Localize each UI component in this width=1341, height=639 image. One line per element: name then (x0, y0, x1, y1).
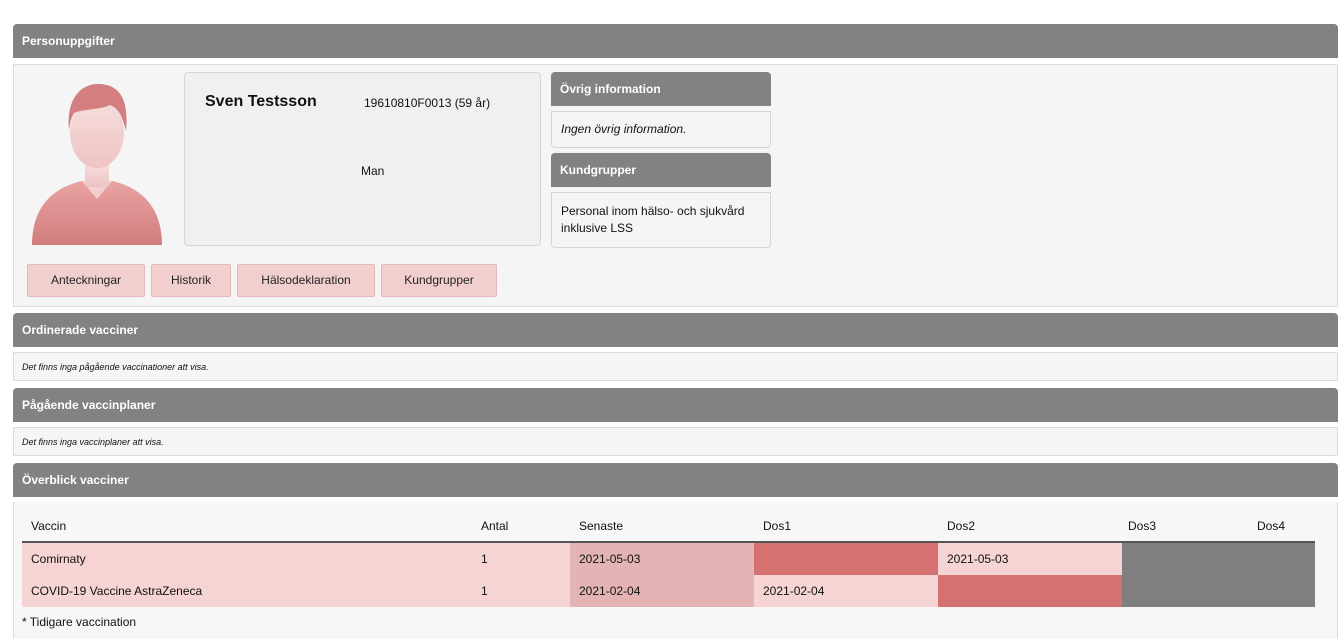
dose4-cell (1246, 575, 1315, 607)
ordered-panel: Det finns inga pågående vaccinationer at… (13, 352, 1338, 381)
person-name: Sven Testsson (205, 93, 317, 110)
column-header-vaccine[interactable]: Vaccin (22, 511, 472, 543)
customer-groups-text: Personal inom hälso- och sjukvård inklus… (561, 204, 745, 235)
other-info-text: Ingen övrig information. (561, 122, 687, 136)
avatar (32, 83, 162, 245)
column-header-count[interactable]: Antal (472, 511, 570, 543)
ordered-section-header: Ordinerade vacciner (13, 313, 1338, 347)
dose3-cell (1122, 575, 1246, 607)
column-header-latest[interactable]: Senaste (570, 511, 754, 543)
customer-groups-button[interactable]: Kundgrupper (381, 264, 497, 297)
person-card: Sven Testsson 19610810F0013 (59 år) Man (184, 72, 541, 246)
plans-panel: Det finns inga vaccinplaner att visa. (13, 427, 1338, 456)
notes-button[interactable]: Anteckningar (27, 264, 145, 297)
table-row[interactable]: COVID-19 Vaccine AstraZeneca 1 2021-02-0… (22, 575, 1315, 607)
history-button[interactable]: Historik (151, 264, 231, 297)
overview-section-title: Överblick vacciner (22, 473, 129, 487)
health-declaration-button[interactable]: Hälsodeklaration (237, 264, 375, 297)
customer-groups-title: Kundgrupper (560, 163, 636, 177)
personal-section-header: Personuppgifter (13, 24, 1338, 58)
vaccine-overview-table: Vaccin Antal Senaste Dos1 Dos2 Dos3 Dos4… (22, 511, 1315, 607)
overview-section-header: Överblick vacciner (13, 463, 1338, 497)
dose4-cell (1246, 542, 1315, 575)
vaccine-name: COVID-19 Vaccine AstraZeneca (22, 575, 472, 607)
vaccine-latest: 2021-02-04 (570, 575, 754, 607)
column-header-dose4[interactable]: Dos4 (1246, 511, 1315, 543)
dose1-cell: 2021-02-04 (754, 575, 938, 607)
table-row[interactable]: Comirnaty 1 2021-05-03 2021-05-03 (22, 542, 1315, 575)
person-gender: Man (361, 164, 385, 178)
footnote: * Tidigare vaccination (22, 615, 137, 629)
dose2-cell: 2021-05-03 (938, 542, 1122, 575)
column-header-dose2[interactable]: Dos2 (938, 511, 1122, 543)
plans-empty-message: Det finns inga vaccinplaner att visa. (22, 437, 164, 447)
table-header-row: Vaccin Antal Senaste Dos1 Dos2 Dos3 Dos4 (22, 511, 1315, 543)
plans-section-header: Pågående vaccinplaner (13, 388, 1338, 422)
customer-groups-header: Kundgrupper (551, 153, 771, 187)
vaccine-count: 1 (472, 575, 570, 607)
ordered-empty-message: Det finns inga pågående vaccinationer at… (22, 362, 209, 372)
other-info-title: Övrig information (560, 82, 661, 96)
dose1-cell (754, 542, 938, 575)
customer-groups-box: Personal inom hälso- och sjukvård inklus… (551, 192, 771, 248)
other-info-header: Övrig information (551, 72, 771, 106)
dose2-cell (938, 575, 1122, 607)
vaccine-count: 1 (472, 542, 570, 575)
vaccine-name: Comirnaty (22, 542, 472, 575)
column-header-dose1[interactable]: Dos1 (754, 511, 938, 543)
dose3-cell (1122, 542, 1246, 575)
personal-section-title: Personuppgifter (22, 34, 115, 48)
ordered-section-title: Ordinerade vacciner (22, 323, 139, 337)
person-id: 19610810F0013 (59 år) (364, 96, 491, 110)
plans-section-title: Pågående vaccinplaner (22, 398, 156, 412)
column-header-dose3[interactable]: Dos3 (1122, 511, 1246, 543)
other-info-box: Ingen övrig information. (551, 111, 771, 148)
vaccine-latest: 2021-05-03 (570, 542, 754, 575)
